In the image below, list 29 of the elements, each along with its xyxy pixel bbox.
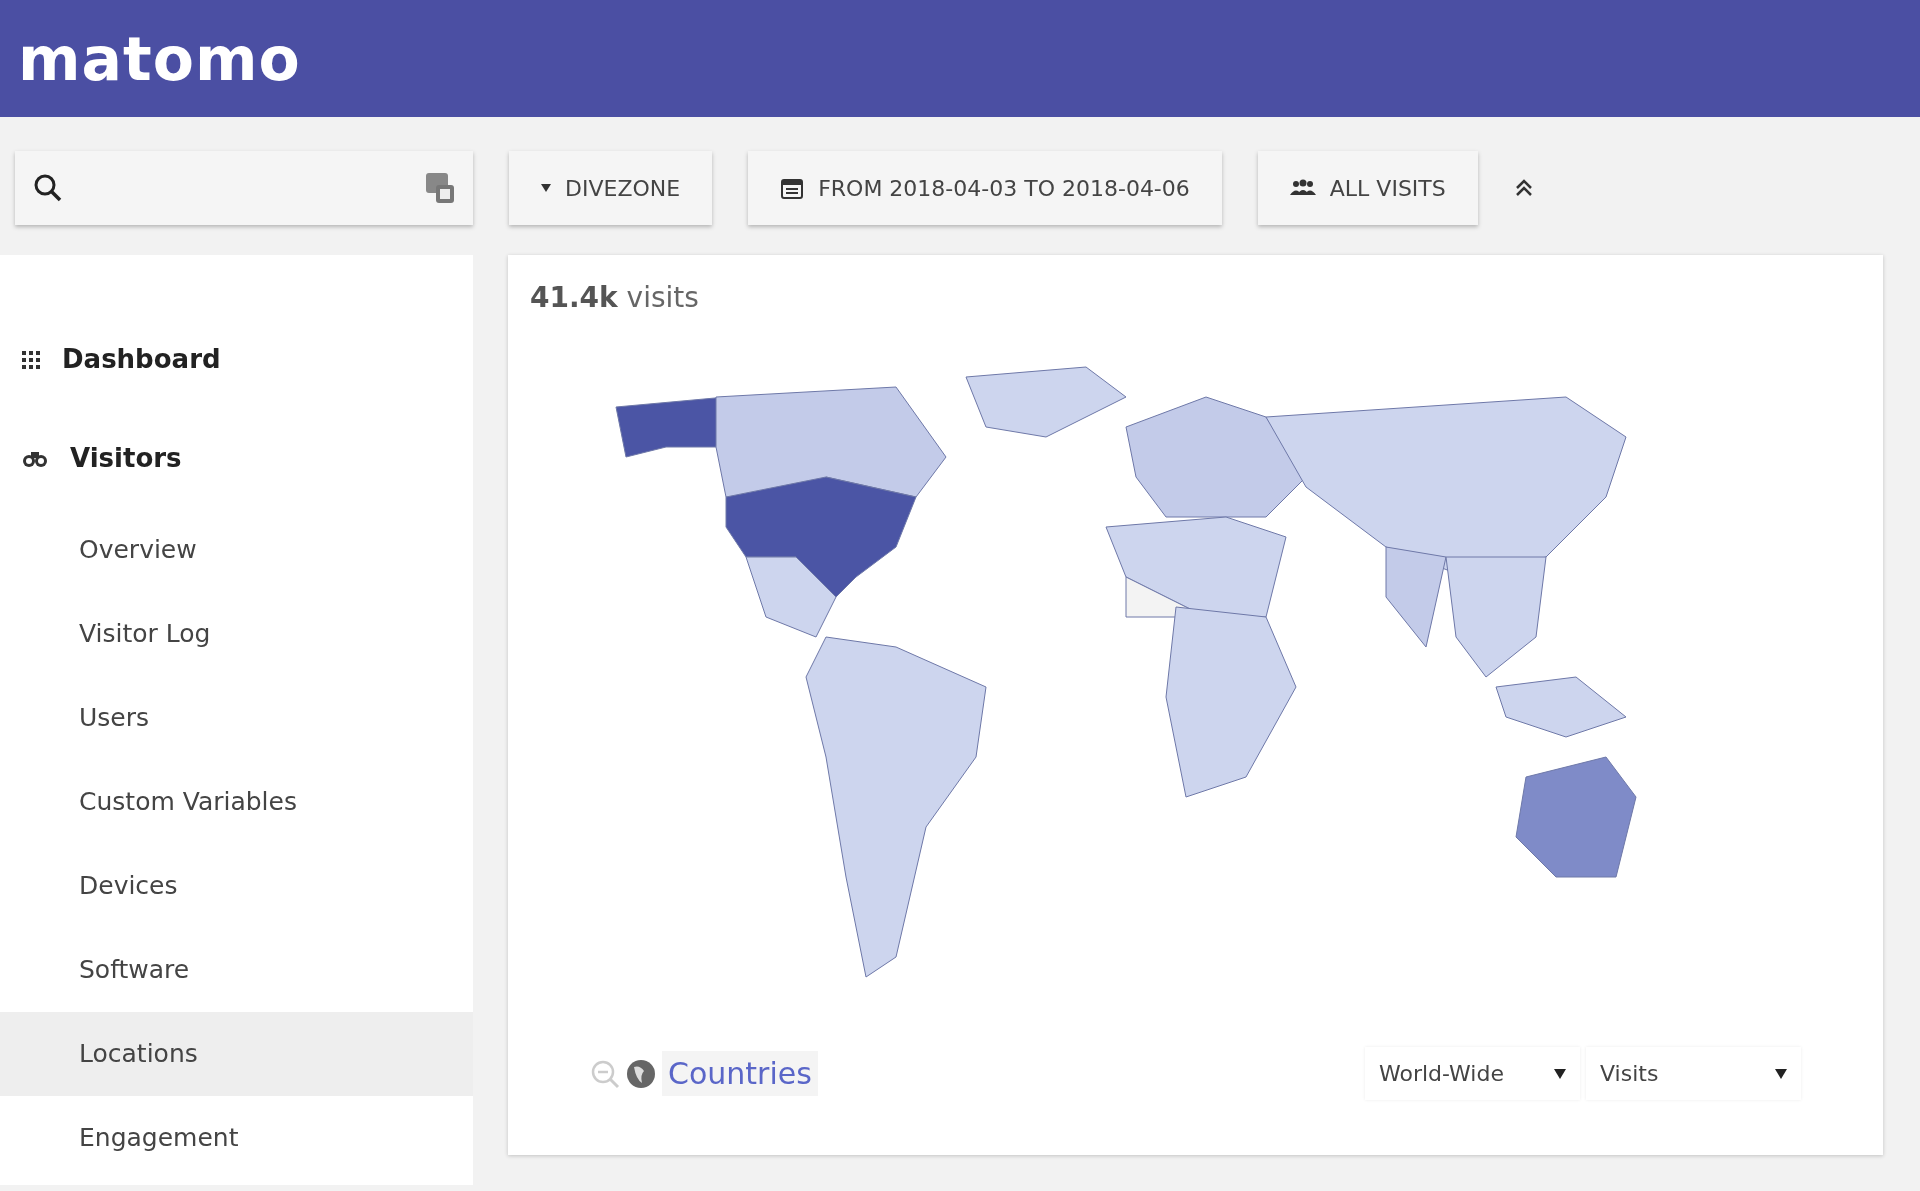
site-button[interactable]: DIVEZONE bbox=[509, 151, 713, 225]
submenu-item[interactable]: Custom Variables bbox=[0, 760, 473, 844]
menu-item[interactable]: Dashboard bbox=[0, 310, 473, 409]
level-link[interactable]: Countries bbox=[662, 1051, 818, 1096]
submenu-item[interactable]: Overview bbox=[0, 508, 473, 592]
submenu-item[interactable]: Locations bbox=[0, 1012, 473, 1096]
binoculars-icon bbox=[22, 449, 48, 468]
menu-item[interactable]: Visitors bbox=[0, 409, 473, 508]
submenu-item[interactable]: Software bbox=[0, 928, 473, 1012]
submenu-item[interactable]: Visitor Log bbox=[0, 592, 473, 676]
caret-icon bbox=[1554, 1068, 1566, 1079]
search-icon bbox=[33, 173, 63, 203]
caret-icon bbox=[1775, 1068, 1787, 1079]
visits-total: 41.4k visits bbox=[530, 280, 700, 316]
submenu-item[interactable]: Users bbox=[0, 676, 473, 760]
site-selector-icon[interactable] bbox=[425, 172, 455, 204]
segment-button[interactable]: ALL VISITS bbox=[1257, 151, 1478, 225]
globe-icon bbox=[626, 1058, 656, 1089]
people-icon bbox=[1289, 179, 1316, 197]
metric-select[interactable]: Visits bbox=[1586, 1047, 1801, 1100]
search-field[interactable] bbox=[15, 151, 473, 225]
submenu-item[interactable]: Devices bbox=[0, 844, 473, 928]
submenu-item[interactable]: Engagement bbox=[0, 1096, 473, 1180]
region-select[interactable]: World-Wide bbox=[1365, 1047, 1580, 1100]
caret-icon bbox=[541, 184, 551, 192]
logo[interactable]: matomo bbox=[18, 28, 301, 89]
grid-icon bbox=[22, 350, 40, 369]
calendar-icon bbox=[780, 176, 805, 200]
date-button[interactable]: FROM 2018-04-03 TO 2018-04-06 bbox=[748, 151, 1222, 225]
